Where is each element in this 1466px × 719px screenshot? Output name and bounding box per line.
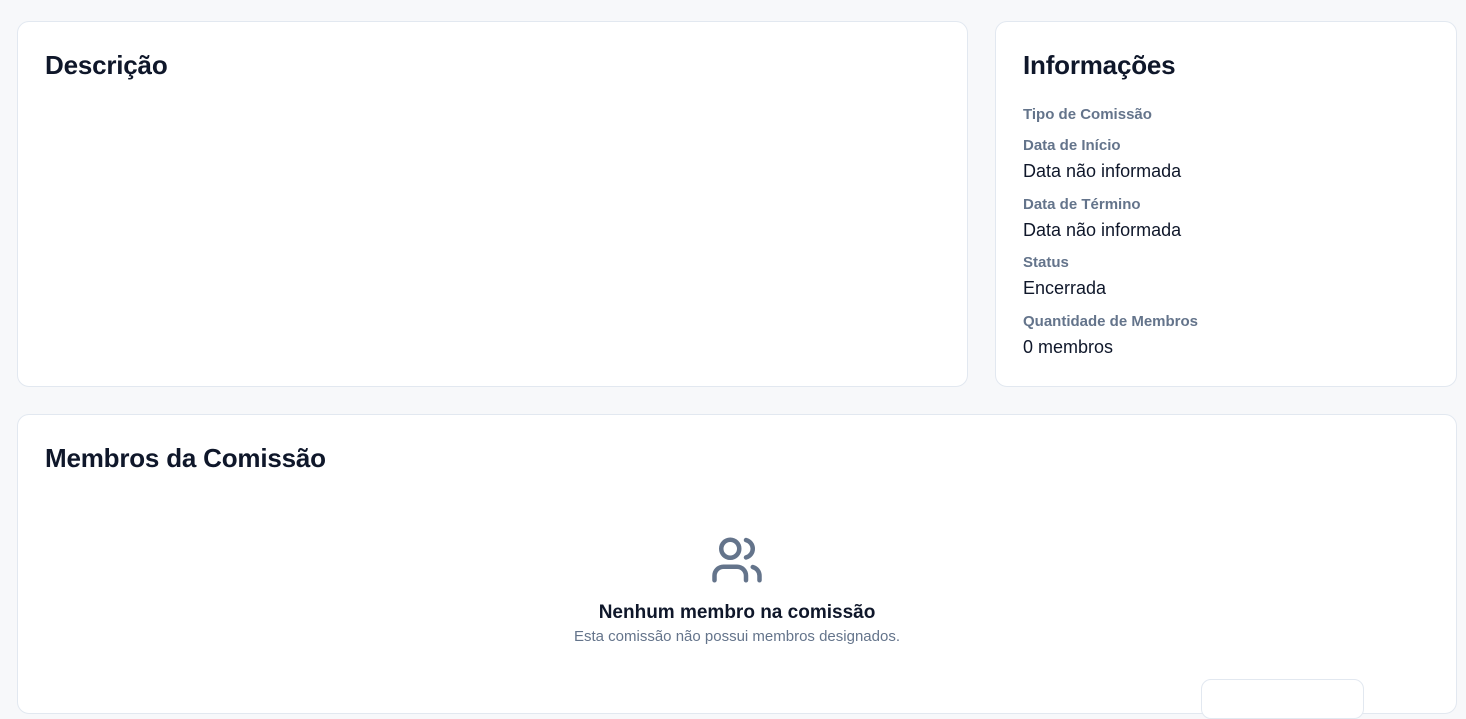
members-card: Membros da Comissão Nenhum membro na com… — [17, 414, 1457, 719]
description-title: Descrição — [45, 50, 168, 80]
field-status: Status Encerrada — [1023, 254, 1106, 299]
field-label: Tipo de Comissão — [1023, 106, 1152, 123]
description-card: Descrição — [17, 21, 968, 387]
empty-state-subtitle: Esta comissão não possui membros designa… — [573, 628, 900, 645]
field-value: Data não informada — [1023, 220, 1182, 240]
field-label: Data de Término — [1023, 196, 1141, 213]
members-title: Membros da Comissão — [45, 443, 326, 473]
field-label: Status — [1023, 254, 1069, 271]
info-card: Informações Tipo de Comissão Data de Iní… — [995, 21, 1457, 387]
status-value: Encerrada — [1023, 278, 1107, 298]
field-end-date: Data de Término Data não informada — [1023, 196, 1181, 241]
members-empty-state: Nenhum membro na comissão Esta comissão … — [18, 533, 1456, 646]
users-icon — [710, 533, 764, 587]
empty-state-title: Nenhum membro na comissão — [598, 602, 876, 623]
field-member-count: Quantidade de Membros 0 membros — [1023, 313, 1198, 358]
field-value: Data não informada — [1023, 161, 1182, 181]
field-label: Quantidade de Membros — [1023, 313, 1199, 330]
member-count-value: 0 membros — [1023, 337, 1114, 357]
action-button[interactable] — [1201, 679, 1364, 719]
field-start-date: Data de Início Data não informada — [1023, 137, 1181, 182]
info-title: Informações — [1023, 50, 1176, 80]
field-label: Data de Início — [1023, 137, 1121, 154]
field-commission-type: Tipo de Comissão — [1023, 106, 1152, 124]
